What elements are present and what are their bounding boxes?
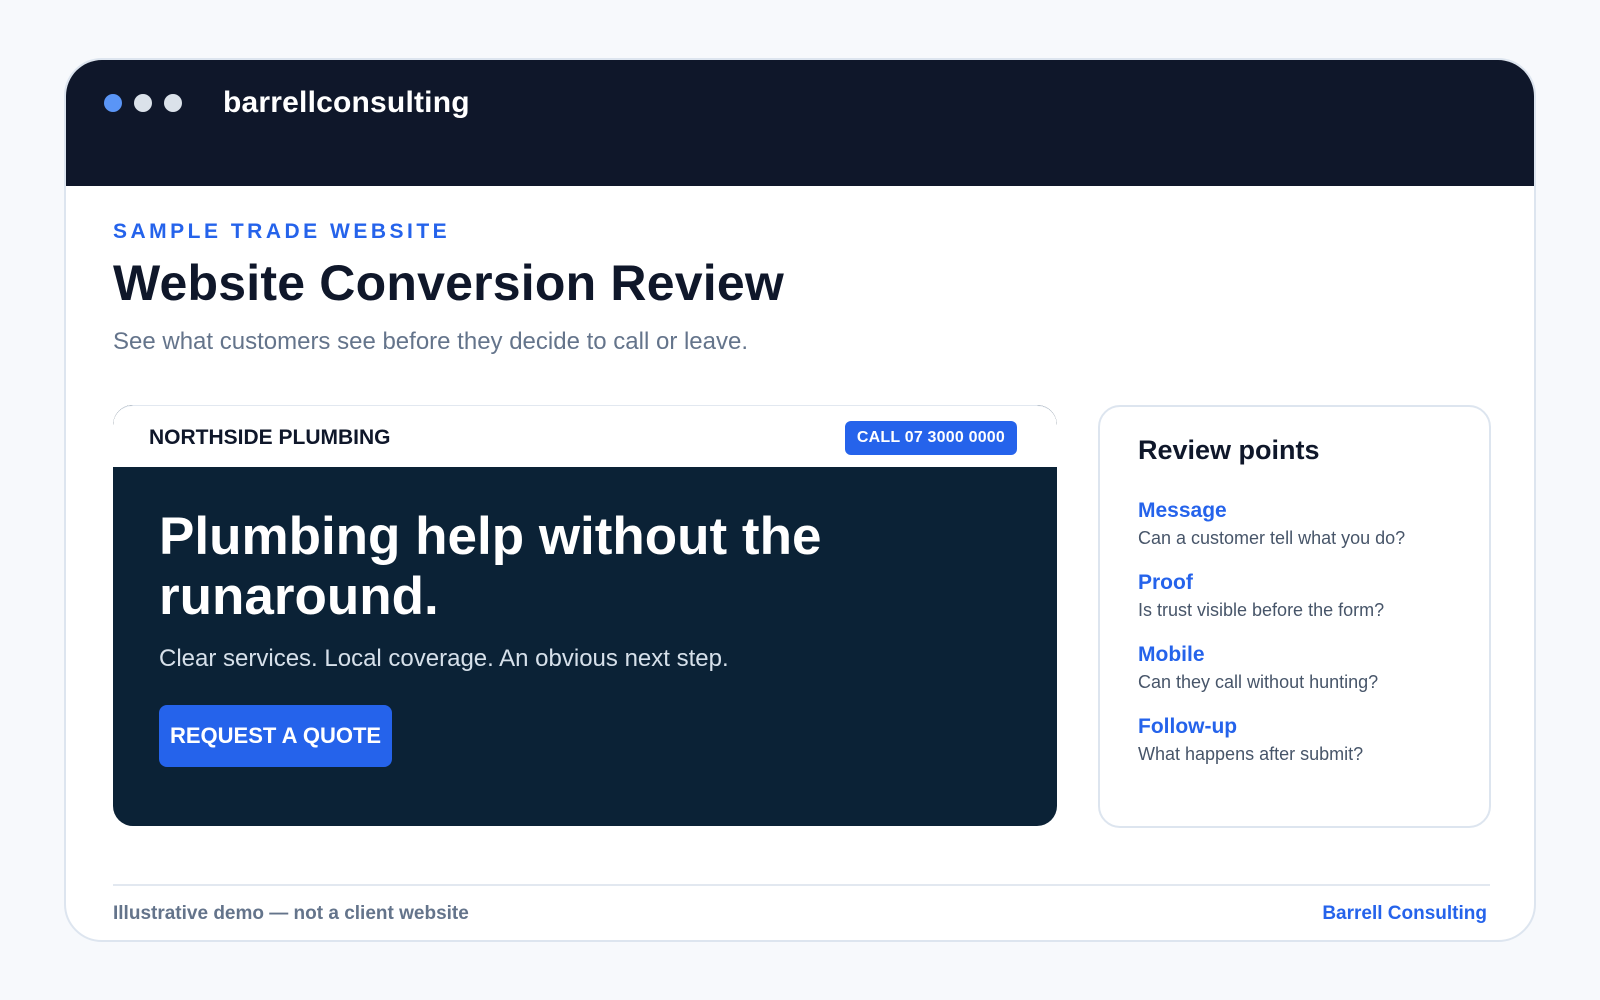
app-title: barrellconsulting — [223, 86, 470, 119]
review-point-desc: Can they call without hunting? — [1138, 672, 1379, 692]
mock-website-preview: NORTHSIDE PLUMBING CALL 07 3000 0000 Plu… — [113, 405, 1057, 826]
review-point-title: Proof — [1138, 571, 1193, 594]
review-points-panel: Review points Message Can a customer tel… — [1098, 405, 1491, 828]
review-point-item: Mobile Can they call without hunting? — [1138, 641, 1478, 713]
app-window: barrellconsulting SAMPLE TRADE WEBSITE W… — [64, 58, 1536, 942]
request-quote-button[interactable]: REQUEST A QUOTE — [159, 705, 393, 767]
review-panel-title: Review points — [1138, 435, 1320, 465]
hero-subtitle: Clear services. Local coverage. An obvio… — [159, 645, 729, 672]
review-points-list: Message Can a customer tell what you do?… — [1138, 497, 1478, 785]
review-point-desc: Can a customer tell what you do? — [1138, 528, 1406, 548]
mock-site-brand: NORTHSIDE PLUMBING — [149, 426, 391, 449]
footer-divider — [113, 884, 1490, 886]
window-controls — [104, 94, 182, 112]
page-subtitle: See what customers see before they decid… — [113, 328, 749, 355]
review-point-title: Mobile — [1138, 643, 1205, 666]
review-point-item: Message Can a customer tell what you do? — [1138, 497, 1478, 569]
mock-site-header: NORTHSIDE PLUMBING CALL 07 3000 0000 — [113, 405, 1057, 467]
hero-title: Plumbing help without the runaround. — [159, 507, 822, 626]
footer-disclaimer: Illustrative demo — not a client website — [113, 903, 469, 924]
page-title: Website Conversion Review — [113, 255, 784, 311]
review-point-item: Proof Is trust visible before the form? — [1138, 569, 1478, 641]
page-eyebrow: SAMPLE TRADE WEBSITE — [113, 220, 451, 243]
footer-brand-link[interactable]: Barrell Consulting — [1322, 903, 1487, 925]
review-point-title: Follow-up — [1138, 715, 1238, 738]
call-button[interactable]: CALL 07 3000 0000 — [844, 421, 1017, 455]
window-dot-icon[interactable] — [104, 94, 122, 112]
review-point-title: Message — [1138, 499, 1227, 522]
review-point-desc: What happens after submit? — [1138, 744, 1364, 764]
review-point-desc: Is trust visible before the form? — [1138, 600, 1385, 620]
review-point-item: Follow-up What happens after submit? — [1138, 713, 1478, 785]
title-bar: barrellconsulting — [66, 60, 1534, 186]
window-dot-icon[interactable] — [134, 94, 152, 112]
window-dot-icon[interactable] — [164, 94, 182, 112]
